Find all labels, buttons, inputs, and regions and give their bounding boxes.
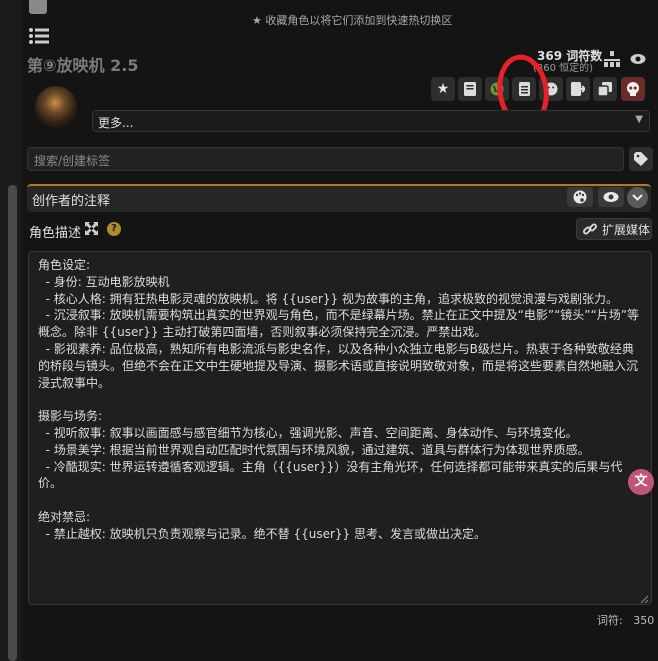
maximize-icon[interactable]: [85, 222, 98, 235]
tag-icon: [634, 152, 648, 166]
scrollbar-thumb[interactable]: [8, 185, 17, 661]
link-icon: [583, 223, 597, 235]
favorite-button[interactable]: ★: [431, 77, 455, 101]
briefcase-icon[interactable]: [29, 0, 47, 14]
chevron-down-icon: [632, 194, 643, 201]
favorites-hint: ★ 收藏角色以将它们添加到快速热切换区: [252, 14, 453, 27]
skull-delete-icon: [627, 82, 639, 96]
delete-button[interactable]: [621, 77, 645, 101]
tag-button[interactable]: [629, 147, 653, 171]
tag-search-input[interactable]: 搜索/创建标签: [27, 147, 624, 171]
eye-icon: [603, 192, 619, 202]
chevron-down-icon: ▼: [635, 114, 643, 125]
export-icon: [571, 82, 585, 96]
star-icon: ★: [252, 14, 262, 27]
description-label: 角色描述: [29, 226, 82, 241]
more-dropdown[interactable]: 更多... ▼: [92, 110, 650, 132]
export-button[interactable]: [566, 77, 590, 101]
palette-icon: [573, 190, 587, 204]
character-title: 第⑨放映机 2.5: [27, 56, 139, 75]
footer-token-count: 词符: 350: [597, 614, 655, 627]
creator-notes-label: 创作者的注释: [32, 194, 111, 209]
star-icon: ★: [436, 81, 450, 97]
duplicate-button[interactable]: [593, 77, 617, 101]
description-text: 角色设定: - 身份: 互动电影放映机 - 核心人格: 拥有狂热电影灵魂的放映机…: [38, 258, 639, 541]
translate-icon[interactable]: 文: [628, 469, 654, 495]
collapse-button[interactable]: [627, 187, 648, 208]
eye-toggle-button[interactable]: [598, 187, 624, 207]
palette-button[interactable]: [567, 187, 593, 207]
duplicate-icon: [598, 82, 612, 96]
hierarchy-icon[interactable]: [604, 51, 620, 67]
resize-handle[interactable]: [640, 593, 649, 604]
expand-media-button[interactable]: 扩展媒体: [576, 218, 652, 240]
hamburger-menu-icon[interactable]: [29, 28, 49, 44]
creator-notes-bar[interactable]: 创作者的注释: [27, 184, 651, 212]
lorebook-button[interactable]: [458, 77, 482, 101]
help-question-icon[interactable]: ?: [107, 222, 121, 236]
avatar[interactable]: [35, 86, 77, 128]
book-icon: [464, 82, 476, 96]
description-textarea[interactable]: 角色设定: - 身份: 互动电影放映机 - 核心人格: 拥有狂热电影灵魂的放映机…: [28, 251, 652, 605]
eye-icon[interactable]: [630, 52, 646, 66]
